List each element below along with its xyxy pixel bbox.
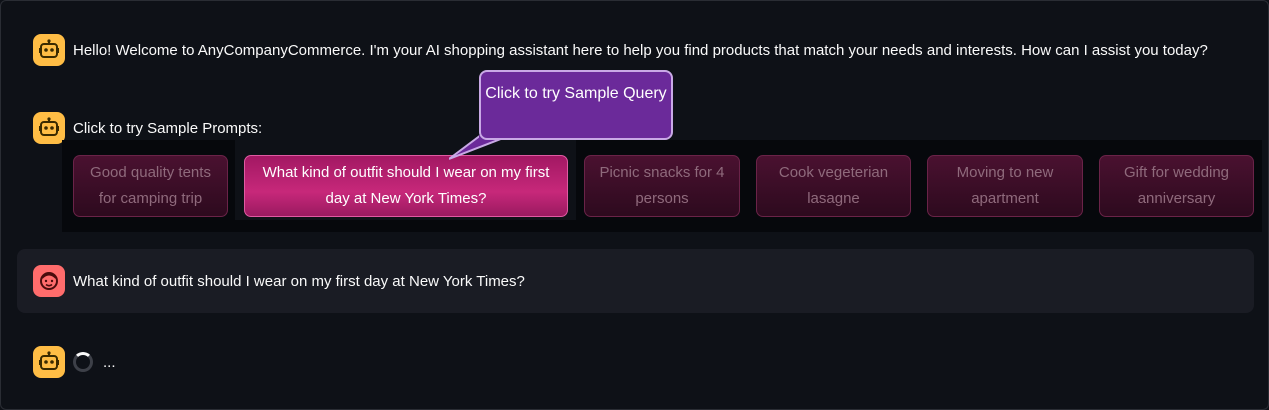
user-query-text: What kind of outfit should I wear on my …: [73, 272, 525, 290]
sample-prompt-button-lasagne[interactable]: Cook vegeterian lasagne: [756, 155, 911, 217]
assistant-loading-message: ...: [33, 346, 116, 378]
sample-prompt-button-gift[interactable]: Gift for wedding anniversary: [1099, 155, 1254, 217]
spinner-icon: [73, 352, 93, 372]
loading-ellipsis: ...: [103, 353, 116, 371]
robot-icon: [33, 346, 65, 378]
smiley-face-icon: [33, 265, 65, 297]
sample-prompt-button-picnic[interactable]: Picnic snacks for 4 persons: [584, 155, 740, 217]
sample-query-tooltip: Click to try Sample Query: [479, 70, 673, 140]
assistant-welcome-message: Hello! Welcome to AnyCompanyCommerce. I'…: [33, 34, 1208, 66]
sample-prompt-button-outfit[interactable]: What kind of outfit should I wear on my …: [244, 155, 568, 217]
sample-prompt-button-tents[interactable]: Good quality tents for camping trip: [73, 155, 228, 217]
chat-window: Hello! Welcome to AnyCompanyCommerce. I'…: [0, 0, 1269, 410]
sample-prompt-button-moving[interactable]: Moving to new apartment: [927, 155, 1083, 217]
welcome-text: Hello! Welcome to AnyCompanyCommerce. I'…: [73, 41, 1208, 59]
robot-icon: [33, 112, 65, 144]
user-message: What kind of outfit should I wear on my …: [33, 265, 525, 297]
sample-prompts-label: Click to try Sample Prompts:: [73, 119, 263, 137]
robot-icon: [33, 34, 65, 66]
